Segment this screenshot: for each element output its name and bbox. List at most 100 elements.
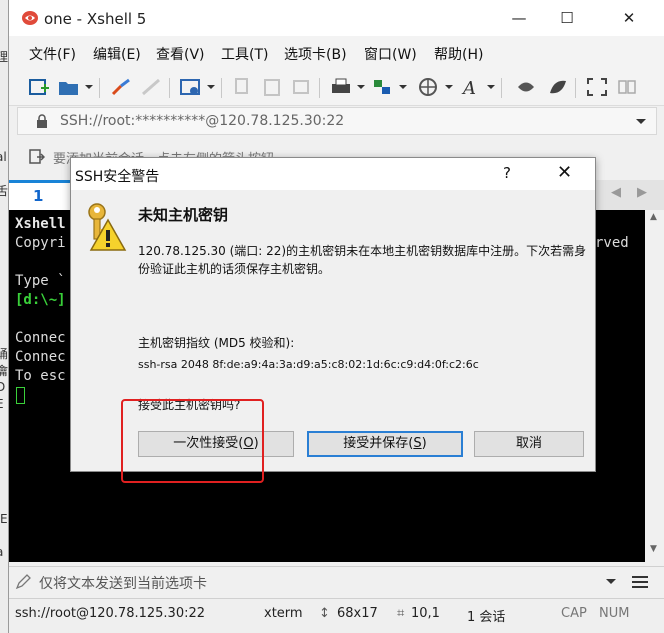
compose-text: 仅将文本发送到当前选项卡 (39, 576, 207, 592)
tab-scroll-left-icon[interactable]: ◀ (611, 185, 621, 200)
toolbar-divider (319, 78, 320, 98)
status-size: 68x17 (337, 606, 378, 621)
terminal-line: To esc (15, 368, 66, 384)
terminal-cursor (16, 387, 25, 404)
fingerprint-label: 主机密钥指纹 (MD5 校验和): (138, 336, 295, 350)
status-terminal-type: xterm (264, 606, 303, 621)
chevron-down-icon[interactable] (487, 85, 495, 89)
globe-icon[interactable] (417, 76, 441, 98)
print-icon[interactable] (329, 76, 353, 98)
edit-icon (15, 574, 31, 590)
bg-glyph: 诵 (0, 347, 8, 361)
bg-glyph: D (0, 380, 6, 394)
close-button[interactable]: ✕ (619, 8, 639, 28)
new-session-icon[interactable] (27, 76, 51, 98)
highlight-annotation (121, 399, 264, 483)
button-accel-key: S (413, 436, 422, 451)
scroll-up-icon[interactable]: ▲ (650, 212, 657, 222)
menu-edit[interactable]: 编辑(E) (93, 44, 141, 64)
cursor-icon: ⌗ (397, 606, 405, 621)
toolbar: A (9, 68, 664, 106)
status-connection: ssh://root@120.78.125.30:22 (15, 606, 206, 621)
chevron-down-icon[interactable] (445, 85, 453, 89)
chevron-down-icon[interactable] (399, 85, 407, 89)
status-num: NUM (599, 606, 630, 621)
fullscreen-icon[interactable] (585, 76, 609, 98)
accept-and-save-button[interactable]: 接受并保存(S) (307, 431, 463, 457)
dialog-close-button[interactable]: ✕ (557, 162, 572, 183)
background-window-strip: 理 al 舌 诵 龠 D E \E a (0, 0, 8, 633)
status-caps: CAP (561, 606, 587, 621)
menu-help[interactable]: 帮助(H) (434, 44, 483, 64)
chevron-down-icon[interactable] (85, 85, 93, 89)
chevron-down-icon[interactable] (636, 119, 646, 124)
menu-view[interactable]: 查看(V) (156, 44, 205, 64)
terminal-line: [d:\~] (15, 292, 66, 308)
fingerprint-value: ssh-rsa 2048 8f:de:a9:4a:3a:d9:a5:c8:02:… (138, 358, 479, 371)
find-icon (293, 80, 309, 94)
bg-glyph: al (0, 150, 7, 164)
chevron-down-icon[interactable] (357, 85, 365, 89)
dialog-heading: 未知主机密钥 (138, 206, 229, 224)
cancel-button[interactable]: 取消 (474, 431, 584, 457)
terminal-line: Type ` (15, 273, 66, 289)
menu-icon[interactable] (631, 574, 649, 590)
chevron-down-icon[interactable] (606, 579, 616, 584)
arrow-icon[interactable] (29, 149, 45, 165)
title-bar[interactable]: one - Xshell 5 — ☐ ✕ (9, 0, 664, 36)
terminal-line: Copyri (15, 235, 66, 251)
dialog-message: 120.78.125.30 (端口: 22)的主机密钥未在本地主机密钥数据库中注… (138, 244, 587, 276)
scroll-down-icon[interactable]: ▼ (650, 544, 657, 554)
tab-scroll-right-icon[interactable]: ▶ (637, 185, 647, 200)
resize-icon: ↕ (319, 606, 330, 621)
svg-text:A: A (461, 78, 476, 98)
toolbar-divider (99, 78, 100, 98)
toolbar-divider (221, 78, 222, 98)
disconnect-disabled-icon (142, 78, 160, 96)
xftp-icon[interactable] (514, 76, 538, 98)
key-warning-icon (88, 203, 127, 251)
toolbar-divider (169, 78, 170, 98)
xmanager-icon[interactable] (546, 76, 570, 98)
disconnect-icon[interactable] (109, 76, 133, 98)
lock-icon (37, 114, 47, 128)
open-folder-icon[interactable] (57, 76, 81, 98)
terminal-line: Connec (15, 330, 66, 346)
dialog-title-bar[interactable]: SSH安全警告 ? ✕ (71, 158, 595, 190)
menu-tab[interactable]: 选项卡(B) (284, 44, 347, 64)
paste-icon (264, 79, 280, 96)
minimize-button[interactable]: — (509, 8, 529, 28)
properties-icon[interactable] (179, 76, 203, 98)
bg-glyph: 龠 (0, 364, 8, 378)
tab-one[interactable]: 1 one (9, 180, 79, 223)
toolbar-divider (501, 78, 502, 98)
address-value: SSH://root:**********@120.78.125.30:22 (60, 113, 345, 129)
bg-glyph: E (0, 397, 4, 411)
dialog-title: SSH安全警告 (75, 169, 160, 185)
bg-glyph: 理 (0, 50, 8, 64)
menu-bar: 文件(F) 编辑(E) 查看(V) 工具(T) 选项卡(B) 窗口(W) 帮助(… (9, 36, 664, 68)
button-label: 接受并保存( (343, 436, 414, 451)
compose-bar[interactable]: 仅将文本发送到当前选项卡 (9, 566, 664, 596)
address-bar[interactable]: SSH://root:**********@120.78.125.30:22 (17, 107, 657, 135)
button-label: 取消 (515, 436, 542, 451)
more-icon[interactable] (615, 76, 639, 98)
app-logo-icon (22, 11, 38, 25)
status-sessions: 1 会话 (467, 610, 506, 625)
menu-tools[interactable]: 工具(T) (221, 44, 268, 64)
terminal-line: Xshell (15, 216, 66, 232)
status-cursor: 10,1 (411, 606, 440, 621)
status-bar: ssh://root@120.78.125.30:22 xterm ↕ 68x1… (9, 598, 664, 633)
chevron-down-icon[interactable] (207, 85, 215, 89)
bg-glyph: 舌 (0, 184, 8, 198)
help-button[interactable]: ? (503, 164, 511, 182)
menu-window[interactable]: 窗口(W) (364, 44, 417, 64)
maximize-button[interactable]: ☐ (557, 8, 577, 28)
button-label-tail: ) (421, 436, 427, 451)
font-icon[interactable]: A (459, 76, 483, 98)
terminal-line: Connec (15, 349, 66, 365)
terminal-scrollbar[interactable]: ▲ ▼ (645, 210, 664, 562)
menu-file[interactable]: 文件(F) (29, 44, 76, 64)
transfer-icon[interactable] (371, 76, 395, 98)
bg-glyph: \E (0, 512, 8, 526)
